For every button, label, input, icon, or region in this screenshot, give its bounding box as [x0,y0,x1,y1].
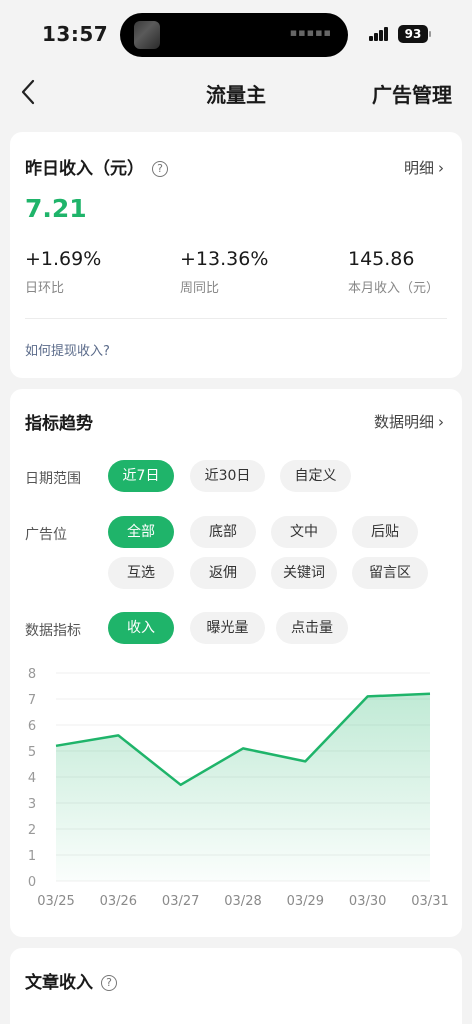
battery-cap [429,31,431,37]
x-tick-label: 03/25 [37,894,74,909]
x-tick-label: 03/30 [349,894,386,909]
income-value: 7.21 [25,194,87,223]
ad-chip-in-article[interactable]: 文中 [271,516,337,548]
status-time: 13:57 [42,22,109,46]
metric-chip-clicks[interactable]: 点击量 [276,612,348,644]
dynamic-island[interactable]: ▪▪▪▪▪ [120,13,348,57]
ad-chip-mutual[interactable]: 互选 [108,557,174,589]
income-detail-label: 明细 [403,159,434,177]
ad-chip-all[interactable]: 全部 [108,516,174,548]
ad-chip-rebate[interactable]: 返佣 [190,557,256,589]
income-trend-chart[interactable]: 0 1 2 3 4 5 6 7 8 03/25 03/26 03/27 03/28 03/29 03/30 0… [10,660,462,920]
y-tick-label: 1 [28,849,36,864]
y-tick-label: 5 [28,745,36,760]
ad-chip-keyword[interactable]: 关键词 [271,557,337,589]
y-tick-label: 4 [28,771,36,786]
stat-month-income: 145.86 本月收入（元） [348,248,439,296]
signal-icon [369,27,393,41]
dots-icon: ▪▪▪▪▪ [289,26,332,39]
date-chip-custom[interactable]: 自定义 [280,460,351,492]
stat-value: +1.69% [25,248,102,270]
ad-chip-comment[interactable]: 留言区 [352,557,428,589]
help-icon[interactable]: ? [152,161,168,177]
stat-label: 本月收入（元） [348,281,440,296]
y-tick-label: 7 [28,693,36,708]
stat-day-over-day: +1.69% 日环比 [25,248,101,296]
x-tick-label: 03/29 [287,894,324,909]
withdraw-help-link[interactable]: 如何提现收入? [25,340,110,359]
status-bar: 13:57 ▪▪▪▪▪ 93 [0,0,472,62]
data-detail-link[interactable]: 数据明细 › [374,411,444,432]
metric-chip-exposure[interactable]: 曝光量 [190,612,265,644]
data-detail-label: 数据明细 [373,413,434,431]
income-title-text: 昨日收入（元） [25,159,144,179]
date-chip-7d[interactable]: 近7日 [108,460,174,492]
trend-card-title: 指标趋势 [25,414,93,434]
income-card: 昨日收入（元）? 明细 › 7.21 +1.69% 日环比 +13.36% 周同比… [10,132,462,378]
chevron-right-icon: › [438,159,444,177]
stat-week-over-week: +13.36% 周同比 [180,248,268,296]
x-tick-label: 03/28 [224,894,261,909]
income-detail-link[interactable]: 明细 › [404,157,444,178]
media-thumbnail [134,21,160,49]
ad-chip-bottom[interactable]: 底部 [190,516,256,548]
nav-bar: 流量主 广告管理 [0,62,472,122]
y-tick-label: 6 [28,719,36,734]
divider [25,318,447,319]
x-tick-label: 03/27 [162,894,199,909]
article-income-title-text: 文章收入 [25,973,93,993]
article-income-title: 文章收入? [25,968,117,993]
metric-chip-income[interactable]: 收入 [108,612,174,644]
ad-management-button[interactable]: 广告管理 [372,79,452,108]
stat-value: 145.86 [348,248,415,270]
ad-position-label: 广告位 [25,527,67,543]
x-tick-label: 03/26 [100,894,137,909]
y-tick-label: 0 [28,875,36,890]
metric-label: 数据指标 [25,623,81,639]
area-fill [56,693,430,881]
help-icon[interactable]: ? [101,975,117,991]
chevron-right-icon: › [438,413,444,431]
article-income-card: 文章收入? [10,948,462,1024]
date-range-label: 日期范围 [25,471,81,487]
stat-label: 周同比 [180,281,220,296]
y-tick-label: 8 [28,667,36,682]
battery-icon: 93 [398,25,428,43]
stat-value: +13.36% [180,248,269,270]
y-tick-label: 2 [28,823,36,838]
y-tick-label: 3 [28,797,36,812]
income-card-title: 昨日收入（元）? [25,154,168,179]
x-tick-label: 03/31 [411,894,448,909]
stat-label: 日环比 [25,281,65,296]
date-chip-30d[interactable]: 近30日 [190,460,265,492]
ad-chip-post-roll[interactable]: 后贴 [352,516,418,548]
